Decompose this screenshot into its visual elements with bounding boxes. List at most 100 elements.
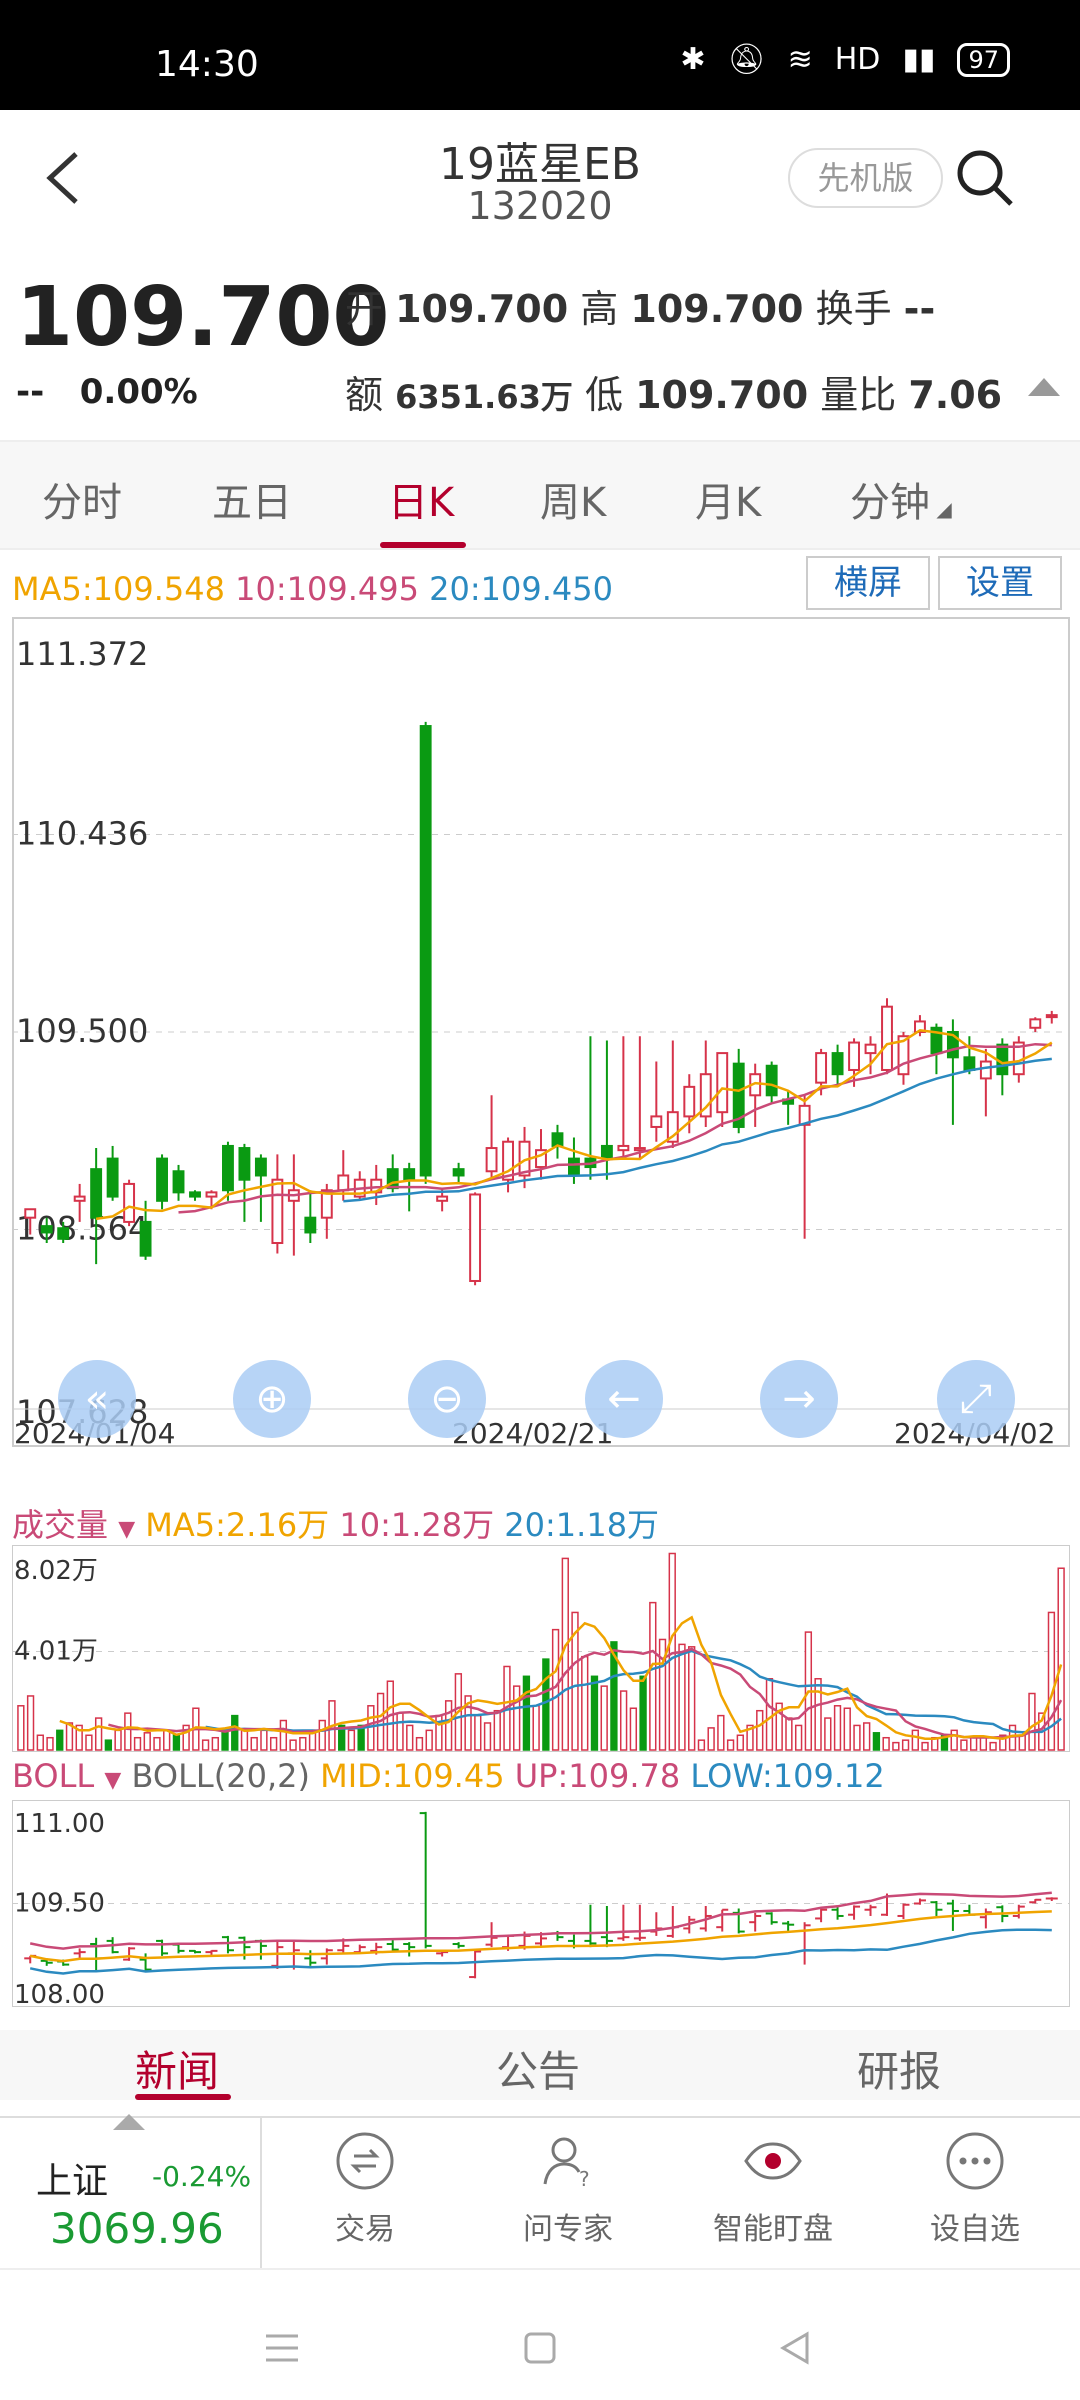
scroll-right-icon[interactable]: → (760, 1360, 838, 1438)
volume-bar (318, 1719, 326, 1751)
candle-body (1029, 1018, 1042, 1029)
candle-body (205, 1191, 218, 1198)
volume-bar (347, 1729, 356, 1751)
volume-bar (960, 1739, 968, 1751)
high-value: 109.700 (630, 287, 804, 331)
menu-icon[interactable] (262, 2328, 302, 2368)
tab-monthly-k[interactable]: 月K (695, 470, 761, 528)
index-change: -0.24% (152, 2160, 252, 2193)
candle-body (123, 1182, 136, 1223)
volume-bar (911, 1729, 919, 1751)
boll-title[interactable]: BOLL (12, 1757, 94, 1795)
y-tick-label: 109.50 (14, 1889, 105, 1919)
tab-research[interactable]: 研报 (857, 2038, 941, 2099)
quote-panel: 109.700 -- 0.00% 开 109.700 高 109.700 换手 … (0, 250, 1080, 440)
candle-body (90, 1168, 103, 1219)
high-label: 高 (580, 287, 619, 331)
network-label: HD (834, 42, 881, 77)
volume-bar (824, 1717, 832, 1751)
volume-bar (969, 1736, 978, 1751)
volratio-value: 7.06 (908, 373, 1003, 417)
candle-body (24, 1208, 37, 1219)
low-value: 109.700 (635, 373, 809, 417)
expand-arrow-icon[interactable] (113, 2114, 145, 2130)
volume-bar (279, 1719, 288, 1751)
boll-chart[interactable]: 111.00 109.50 108.00 (12, 1800, 1070, 2007)
turnover-label: 换手 (815, 287, 892, 331)
volume-bar (581, 1655, 589, 1751)
candle-body (617, 1144, 630, 1152)
volume-bar (250, 1736, 258, 1751)
candle-body (765, 1064, 778, 1097)
volume-dropdown-icon[interactable]: ▼ (118, 1517, 135, 1542)
kline-chart[interactable]: 111.372110.436109.500108.564107.6282024/… (12, 617, 1070, 1447)
settings-button[interactable]: 设置 (938, 556, 1062, 610)
volume-bar (756, 1709, 764, 1751)
volume-bar (415, 1736, 424, 1751)
fast-back-icon[interactable]: « (58, 1360, 136, 1438)
volume-bar (726, 1739, 735, 1751)
candle-body (1045, 1014, 1058, 1019)
trade-button[interactable]: 交易 (300, 2130, 430, 2248)
edition-button[interactable]: 先机版 (788, 148, 943, 208)
volume-bar (619, 1690, 628, 1751)
change-value: -- (16, 372, 45, 412)
candle-body (106, 1157, 119, 1198)
index-ticker[interactable]: 上证 -0.24% 3069.96 (0, 2114, 262, 2268)
volume-bar (717, 1714, 725, 1751)
tab-minute[interactable]: 分钟 ◢ (850, 470, 952, 528)
candle-body (139, 1220, 152, 1257)
volume-bar (950, 1729, 958, 1751)
volume-title[interactable]: 成交量 (12, 1506, 108, 1544)
mute-icon: 🔕︎ (727, 42, 766, 77)
search-icon[interactable] (955, 148, 1015, 208)
candle-body (600, 1144, 613, 1160)
volume-bar (201, 1739, 210, 1751)
period-tabs: 分时 五日 日K 周K 月K 分钟 ◢ (0, 440, 1080, 550)
candle-body (683, 1085, 696, 1118)
news-tab-indicator (135, 2094, 231, 2100)
open-value: 109.700 (395, 287, 569, 331)
vol-ma20: 20:1.18万 (504, 1506, 660, 1544)
ask-expert-label: 问专家 (523, 2212, 613, 2247)
ask-expert-button[interactable]: ? 问专家 (503, 2130, 633, 2248)
dropdown-arrow-icon: ◢ (930, 497, 952, 521)
volume-bar (94, 1717, 103, 1751)
tab-announcements[interactable]: 公告 (496, 2038, 580, 2099)
candle-body (650, 1115, 663, 1128)
scroll-left-icon[interactable]: ← (585, 1360, 663, 1438)
volume-bar (493, 1709, 501, 1751)
wifi-icon: ≋ (787, 42, 813, 77)
expert-icon: ? (543, 2137, 590, 2191)
boll-dropdown-icon[interactable]: ▼ (104, 1768, 121, 1793)
boll-mid: MID:109.45 (320, 1757, 505, 1795)
volume-bar (114, 1729, 122, 1751)
volume-chart[interactable]: 8.02万 4.01万 (12, 1545, 1070, 1752)
tab-intraday[interactable]: 分时 (42, 470, 122, 528)
candle-body (452, 1168, 465, 1177)
collapse-arrow-icon[interactable] (1028, 378, 1060, 396)
volume-bar (649, 1601, 657, 1751)
zoom-in-icon[interactable]: ⊕ (233, 1360, 311, 1438)
y-tick-label: 111.00 (14, 1809, 105, 1839)
candle-body (254, 1157, 267, 1177)
volratio-label: 量比 (820, 373, 897, 417)
fullscreen-icon[interactable]: ⤢ (937, 1360, 1015, 1438)
add-watchlist-button[interactable]: 设自选 (910, 2130, 1040, 2248)
tab-five-day[interactable]: 五日 (212, 470, 292, 528)
quote-row-2: 额 6351.63万 低 109.700 量比 7.06 (345, 364, 1002, 419)
landscape-button[interactable]: 横屏 (806, 556, 930, 610)
volume-bar (639, 1675, 647, 1751)
tab-news[interactable]: 新闻 (135, 2038, 219, 2099)
tab-weekly-k[interactable]: 周K (540, 470, 606, 528)
volume-bar (979, 1736, 988, 1751)
status-time: 14:30 (155, 44, 259, 85)
volume-bar (901, 1739, 910, 1751)
nav-back-icon[interactable] (775, 2328, 815, 2368)
zoom-out-icon[interactable]: ⊖ (408, 1360, 486, 1438)
home-icon[interactable] (520, 2328, 560, 2368)
tab-daily-k[interactable]: 日K (388, 470, 454, 528)
volume-bar (143, 1732, 151, 1751)
smart-watch-button[interactable]: 智能盯盘 (703, 2130, 843, 2248)
volume-bar (814, 1678, 822, 1751)
